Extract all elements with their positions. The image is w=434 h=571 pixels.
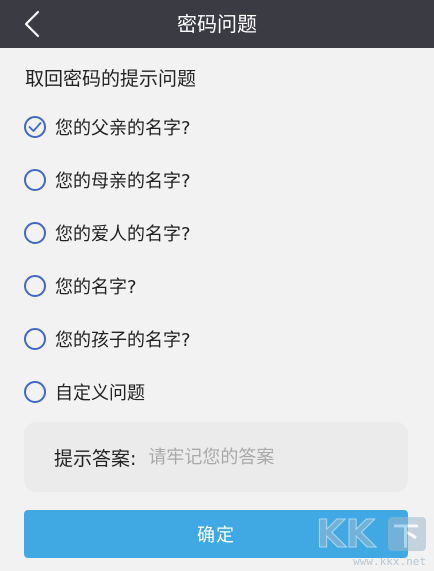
option-custom-question[interactable]: 自定义问题 [24, 365, 414, 418]
radio-unchecked-icon[interactable] [24, 221, 46, 244]
radio-unchecked-icon[interactable] [24, 274, 46, 297]
option-label: 您的孩子的名字? [55, 329, 191, 351]
question-options: 您的父亲的名字? 您的母亲的名字? 您的爱人的名字? 您的名字? 您的孩子的名字… [24, 100, 414, 418]
option-label: 您的父亲的名字? [55, 117, 191, 139]
option-spouse-name[interactable]: 您的爱人的名字? [24, 206, 414, 259]
watermark-url: www.kkx.net [353, 555, 426, 568]
radio-unchecked-icon[interactable] [24, 168, 46, 191]
svg-text:KK: KK [316, 512, 376, 555]
option-father-name[interactable]: 您的父亲的名字? [24, 100, 414, 153]
radio-unchecked-icon[interactable] [24, 380, 46, 403]
radio-unchecked-icon[interactable] [24, 327, 46, 350]
option-child-name[interactable]: 您的孩子的名字? [24, 312, 414, 365]
radio-checked-icon[interactable] [24, 115, 46, 138]
option-label: 您的母亲的名字? [55, 170, 191, 192]
watermark-logo: KK 下 www.kkx.net [312, 509, 432, 569]
answer-label: 提示答案: [54, 447, 137, 470]
option-label: 您的爱人的名字? [55, 223, 191, 245]
option-mother-name[interactable]: 您的母亲的名字? [24, 153, 414, 206]
top-bar: 密码问题 [0, 0, 434, 48]
answer-input[interactable] [146, 445, 351, 469]
option-label: 自定义问题 [55, 382, 145, 404]
svg-text:下: 下 [393, 522, 419, 552]
option-label: 您的名字? [55, 276, 137, 298]
page-title: 密码问题 [177, 12, 257, 36]
option-your-name[interactable]: 您的名字? [24, 259, 414, 312]
answer-box: 提示答案: [24, 422, 408, 492]
section-title: 取回密码的提示问题 [25, 68, 197, 90]
